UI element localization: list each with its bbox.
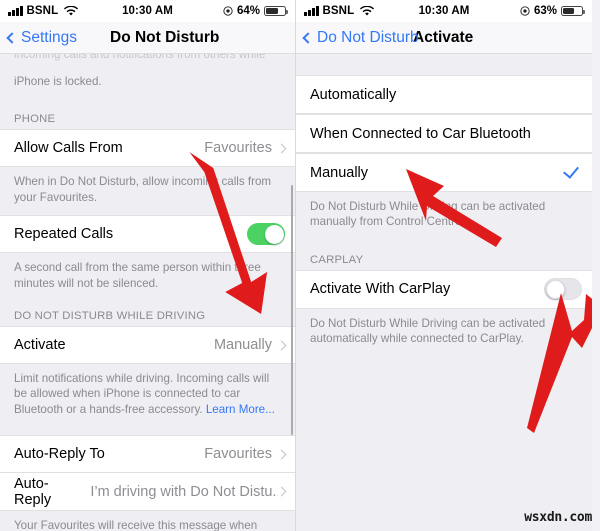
vertical-scrollbar[interactable]: [290, 185, 293, 435]
row-value: Favourites: [204, 140, 272, 157]
footnote-locked: iPhone is locked.: [0, 74, 295, 100]
left-phone-screen: BSNL 10:30 AM 64% Settings Do Not Distur…: [0, 0, 296, 531]
footnote-allow-calls: When in Do Not Disturb, allow incoming c…: [0, 167, 295, 216]
right-nav-bar: Do Not Disturb Activate: [296, 22, 592, 54]
right-phone-screen: BSNL 10:30 AM 63% Do Not Disturb Activat…: [296, 0, 592, 531]
row-label: Auto-Reply: [14, 475, 52, 508]
page-title: Activate: [413, 28, 474, 46]
row-auto-reply[interactable]: Auto-Reply I’m driving with Do Not Distu…: [0, 473, 295, 512]
location-services-icon: [520, 6, 530, 16]
row-value: Manually: [213, 337, 272, 354]
row-label: Activate: [14, 337, 66, 354]
back-button-do-not-disturb[interactable]: Do Not Disturb: [302, 28, 419, 47]
footnote-auto-reply: Your Favourites will receive this messag…: [0, 511, 295, 531]
row-label: Activate With CarPlay: [310, 281, 451, 298]
back-button-label: Do Not Disturb: [317, 28, 419, 46]
row-label: Allow Calls From: [14, 140, 123, 157]
option-when-connected-to-car-bluetooth[interactable]: When Connected to Car Bluetooth: [296, 114, 592, 153]
battery-percent-label: 64%: [236, 5, 260, 17]
row-label: When Connected to Car Bluetooth: [310, 125, 531, 142]
section-header-dnd-driving: DO NOT DISTURB WHILE DRIVING: [0, 301, 295, 327]
right-content: Automatically When Connected to Car Blue…: [296, 54, 592, 531]
row-value: Favourites: [204, 446, 272, 463]
clipped-footnote-line: incoming calls and notifications from ot…: [14, 54, 266, 61]
toggle-knob: [264, 224, 284, 244]
option-manually[interactable]: Manually: [296, 153, 592, 192]
left-status-right: 64%: [223, 5, 289, 17]
chevron-left-icon: [302, 31, 314, 44]
back-button-label: Settings: [21, 28, 78, 46]
chevron-left-icon: [6, 31, 18, 44]
option-automatically[interactable]: Automatically: [296, 75, 592, 114]
chevron-right-icon: [276, 143, 287, 154]
clipped-footnote-top: incoming calls and notifications from ot…: [0, 54, 295, 74]
left-status-bar: BSNL 10:30 AM 64%: [0, 0, 295, 22]
battery-percent-label: 63%: [533, 5, 557, 17]
row-label: Auto-Reply To: [14, 446, 105, 463]
footnote-manually: Do Not Disturb While Driving can be acti…: [296, 192, 592, 240]
toggle-knob: [546, 279, 565, 299]
section-header-carplay: CARPLAY: [296, 239, 592, 270]
learn-more-link[interactable]: Learn More...: [206, 403, 275, 416]
top-spacer: [296, 54, 592, 75]
activate-with-carplay-toggle[interactable]: [544, 278, 582, 301]
row-repeated-calls[interactable]: Repeated Calls: [0, 215, 295, 254]
footnote-repeated-calls: A second call from the same person withi…: [0, 253, 295, 302]
section-gap: [0, 427, 295, 436]
row-activate[interactable]: Activate Manually: [0, 326, 295, 365]
battery-icon: [264, 5, 289, 17]
page-title: Do Not Disturb: [110, 28, 220, 46]
site-watermark: wsxdn.com: [524, 510, 592, 525]
row-label: Manually: [310, 164, 369, 181]
row-auto-reply-to[interactable]: Auto-Reply To Favourites: [0, 435, 295, 474]
section-header-phone: PHONE: [0, 99, 295, 130]
footnote-carplay: Do Not Disturb While Driving can be acti…: [296, 308, 592, 357]
battery-icon: [561, 5, 586, 17]
back-button-settings[interactable]: Settings: [6, 28, 78, 47]
left-nav-bar: Settings Do Not Disturb: [0, 22, 295, 54]
right-status-bar: BSNL 10:30 AM 63%: [296, 0, 592, 22]
location-services-icon: [223, 6, 233, 16]
row-label: Repeated Calls: [14, 226, 114, 243]
right-status-right: 63%: [520, 5, 586, 17]
row-value: I’m driving with Do Not Distu...: [90, 483, 278, 500]
left-content: incoming calls and notifications from ot…: [0, 54, 295, 531]
row-allow-calls-from[interactable]: Allow Calls From Favourites: [0, 129, 295, 168]
repeated-calls-toggle[interactable]: [247, 223, 285, 246]
footnote-driving: Limit notifications while driving. Incom…: [0, 364, 295, 428]
checkmark-icon: [563, 162, 579, 179]
row-label: Automatically: [310, 86, 397, 103]
chevron-right-icon: [276, 486, 287, 497]
chevron-right-icon: [276, 449, 287, 460]
screenshot-root: BSNL 10:30 AM 64% Settings Do Not Distur…: [0, 0, 600, 531]
row-activate-with-carplay[interactable]: Activate With CarPlay: [296, 269, 592, 309]
chevron-right-icon: [276, 340, 287, 350]
